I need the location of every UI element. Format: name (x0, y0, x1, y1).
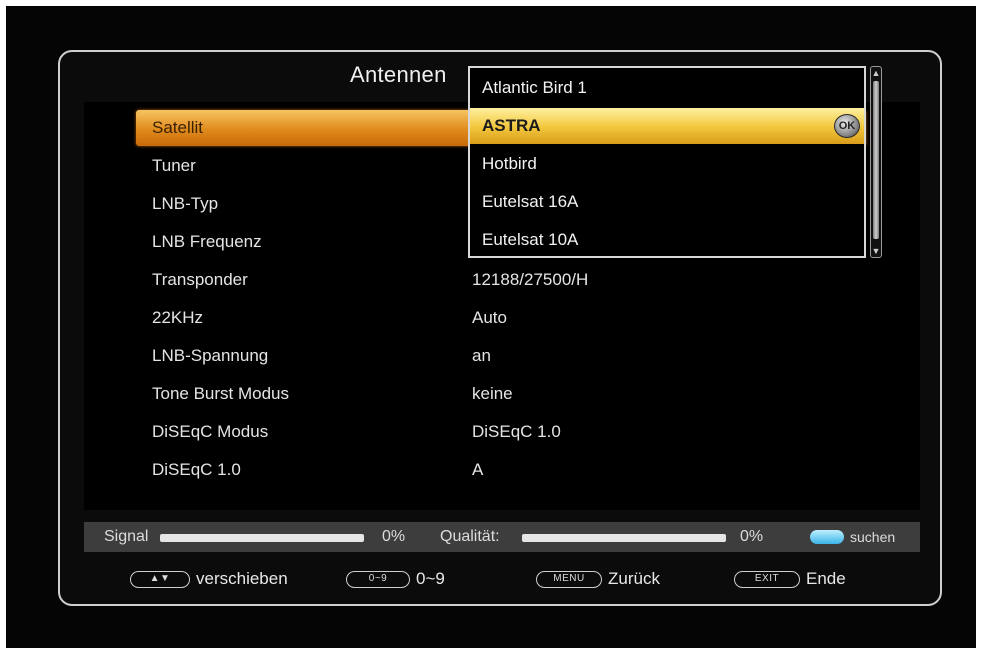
setting-label: Tone Burst Modus (152, 384, 290, 403)
ok-icon: OK (834, 114, 860, 138)
dropdown-option[interactable]: Eutelsat 16A (470, 184, 864, 220)
antenna-settings-panel: Antennen Satellit Tuner LNB-Typ LNB Freq… (58, 50, 942, 606)
dropdown-scrollbar[interactable]: ▲ ▼ (870, 66, 882, 258)
menu-key-icon: MENU (536, 571, 602, 588)
setting-label: DiSEqC 1.0 (152, 460, 241, 479)
key-help-bar: ▲▼ verschieben 0~9 0~9 MENU Zurück EXIT … (84, 562, 920, 596)
quality-meter (522, 534, 726, 542)
setting-value: Auto (472, 308, 507, 327)
setting-value: an (472, 346, 491, 365)
setting-row-22khz[interactable]: 22KHz Auto (136, 300, 866, 336)
digits-key-icon: 0~9 (346, 571, 410, 588)
tv-screen: Antennen Satellit Tuner LNB-Typ LNB Freq… (6, 6, 976, 648)
dropdown-option[interactable]: Hotbird (470, 146, 864, 182)
satellite-dropdown[interactable]: Atlantic Bird 1 ASTRA OK Hotbird Eutelsa… (468, 66, 866, 258)
signal-meter (160, 534, 364, 542)
scroll-up-icon[interactable]: ▲ (871, 68, 881, 78)
digits-hint: 0~9 (416, 569, 445, 588)
setting-row-transponder[interactable]: Transponder 12188/27500/H (136, 262, 866, 298)
exit-hint: Ende (806, 569, 846, 588)
setting-value: keine (472, 384, 513, 403)
exit-key-icon: EXIT (734, 571, 800, 588)
setting-label: LNB-Typ (152, 194, 219, 213)
dropdown-option[interactable]: Eutelsat 10A (470, 222, 864, 258)
setting-value: DiSEqC 1.0 (472, 422, 561, 441)
dropdown-option-selected[interactable]: ASTRA OK (470, 108, 864, 144)
dropdown-option-label: ASTRA (482, 116, 541, 135)
setting-value: 12188/27500/H (472, 270, 589, 289)
quality-percent: 0% (740, 528, 764, 545)
setting-row-tone-burst-modus[interactable]: Tone Burst Modus keine (136, 376, 866, 412)
dropdown-option[interactable]: Atlantic Bird 1 (470, 70, 864, 106)
blue-key-icon[interactable] (810, 530, 844, 544)
quality-label: Qualität: (440, 528, 500, 545)
updown-key-icon: ▲▼ (130, 571, 190, 588)
back-hint: Zurück (608, 569, 660, 588)
setting-value: A (472, 460, 484, 479)
setting-label: 22KHz (152, 308, 204, 327)
page-title: Antennen (350, 62, 447, 87)
setting-row-diseqc-modus[interactable]: DiSEqC Modus DiSEqC 1.0 (136, 414, 866, 450)
setting-label: Tuner (152, 156, 196, 175)
setting-label: Transponder (152, 270, 248, 289)
search-label: suchen (850, 529, 896, 545)
move-hint: verschieben (196, 569, 288, 588)
scroll-down-icon[interactable]: ▼ (871, 246, 881, 256)
setting-label: Satellit (152, 118, 204, 137)
signal-label: Signal (104, 528, 149, 545)
scrollbar-thumb[interactable] (873, 81, 879, 239)
setting-row-diseqc-1-0[interactable]: DiSEqC 1.0 A (136, 452, 866, 488)
setting-row-lnb-spannung[interactable]: LNB-Spannung an (136, 338, 866, 374)
setting-label: DiSEqC Modus (152, 422, 269, 441)
setting-label: LNB Frequenz (152, 232, 262, 251)
signal-status-bar: Signal 0% Qualität: 0% suchen (84, 522, 920, 552)
setting-label: LNB-Spannung (152, 346, 269, 365)
signal-percent: 0% (382, 528, 406, 545)
